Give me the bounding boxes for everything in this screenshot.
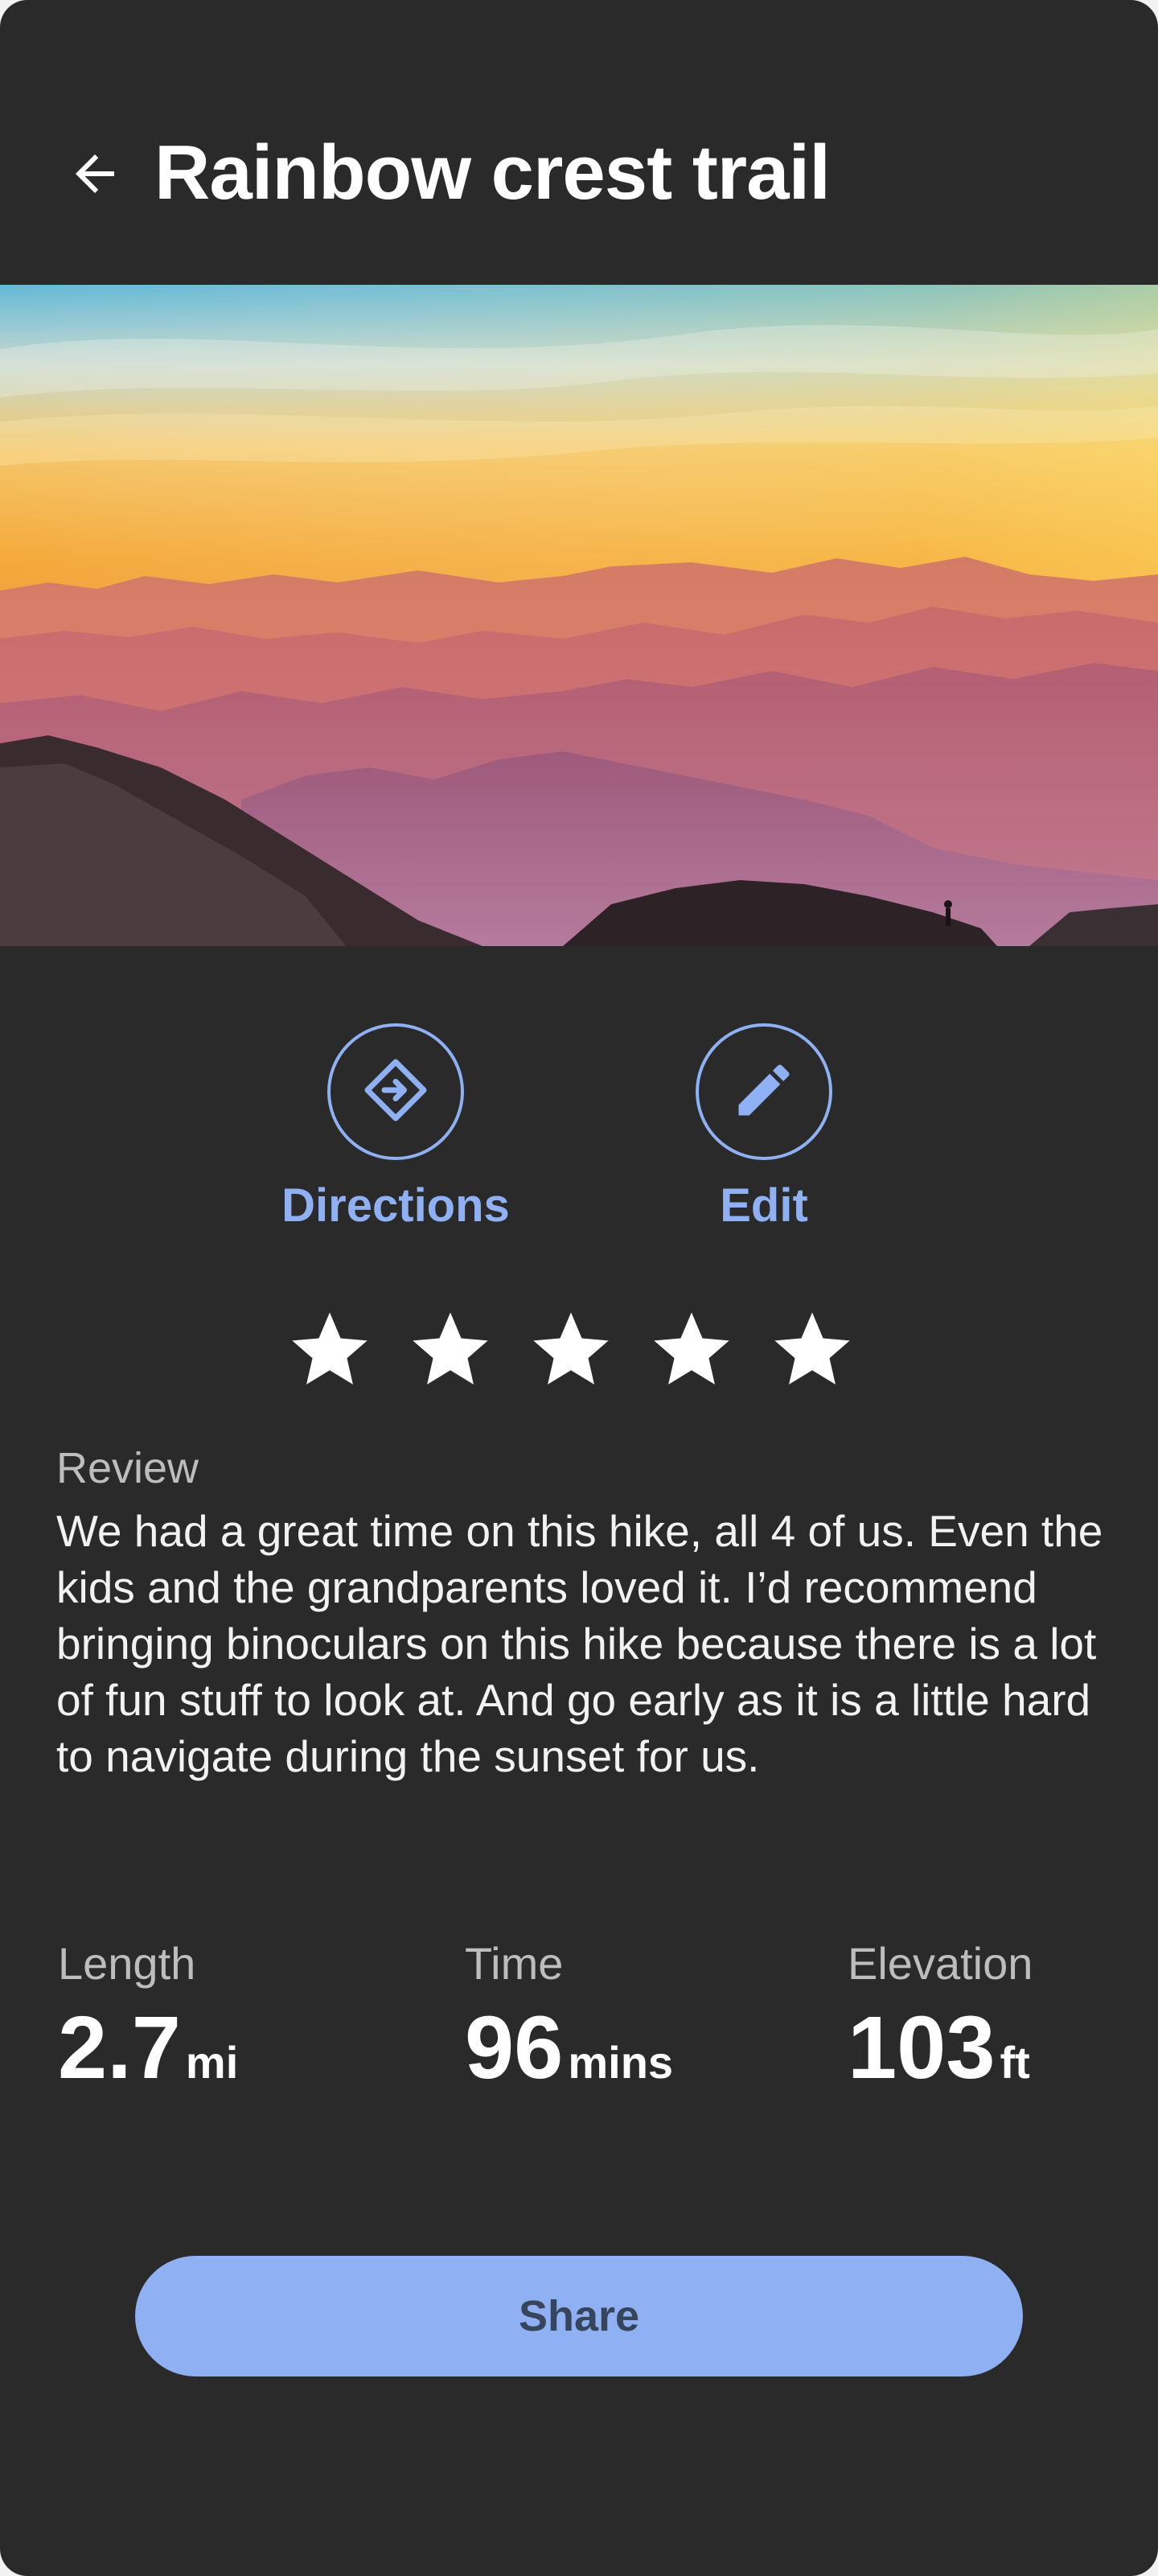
stat-elevation: Elevation 103 ft xyxy=(848,1936,1033,2097)
directions-label: Directions xyxy=(281,1179,510,1232)
stat-elevation-value: 103 xyxy=(848,1998,996,2097)
review-text: We had a great time on this hike, all 4 … xyxy=(56,1506,1103,1781)
page-title: Rainbow crest trail xyxy=(154,130,831,216)
trail-photo xyxy=(0,285,1158,946)
stat-time-unit: mins xyxy=(568,2037,674,2088)
edit-button[interactable]: Edit xyxy=(627,1023,901,1234)
edit-circle[interactable] xyxy=(696,1023,832,1160)
star-icon[interactable] xyxy=(523,1302,619,1398)
trail-stats: Length 2.7 mi Time 96 mins Elevation 103 ft xyxy=(0,1936,1158,2113)
directions-button[interactable]: Directions xyxy=(259,1023,532,1234)
stat-time-value: 96 xyxy=(465,1998,564,2097)
stat-time-label: Time xyxy=(465,1938,564,1989)
edit-label: Edit xyxy=(720,1179,808,1232)
stat-time-value-row: 96 mins xyxy=(465,2000,673,2097)
stat-length-unit: mi xyxy=(185,2037,239,2088)
stat-elevation-unit: ft xyxy=(1000,2037,1030,2088)
back-button[interactable] xyxy=(56,137,133,214)
action-buttons: Directions Edit xyxy=(0,1023,1158,1265)
review-heading: Review xyxy=(56,1444,199,1492)
top-app-bar: Rainbow crest trail xyxy=(0,0,1158,285)
stat-length-value-row: 2.7 mi xyxy=(58,2000,238,2097)
share-button[interactable]: Share xyxy=(135,2256,1023,2376)
stat-length-value: 2.7 xyxy=(58,1998,181,2097)
arrow-left-icon xyxy=(66,145,124,207)
pencil-icon xyxy=(730,1056,798,1128)
directions-circle[interactable] xyxy=(327,1023,464,1160)
stat-length-label: Length xyxy=(58,1938,196,1989)
star-icon[interactable] xyxy=(764,1302,860,1398)
star-icon[interactable] xyxy=(281,1302,378,1398)
stat-time: Time 96 mins xyxy=(465,1936,673,2097)
stat-elevation-value-row: 103 ft xyxy=(848,2000,1033,2097)
stat-elevation-label: Elevation xyxy=(848,1938,1033,1989)
directions-icon xyxy=(362,1056,429,1128)
star-rating[interactable] xyxy=(281,1302,860,1414)
star-icon[interactable] xyxy=(402,1302,499,1398)
trail-detail-screen: Rainbow crest trail Directions Edit Revi… xyxy=(0,0,1158,2576)
stat-length: Length 2.7 mi xyxy=(58,1936,238,2097)
star-icon[interactable] xyxy=(643,1302,740,1398)
